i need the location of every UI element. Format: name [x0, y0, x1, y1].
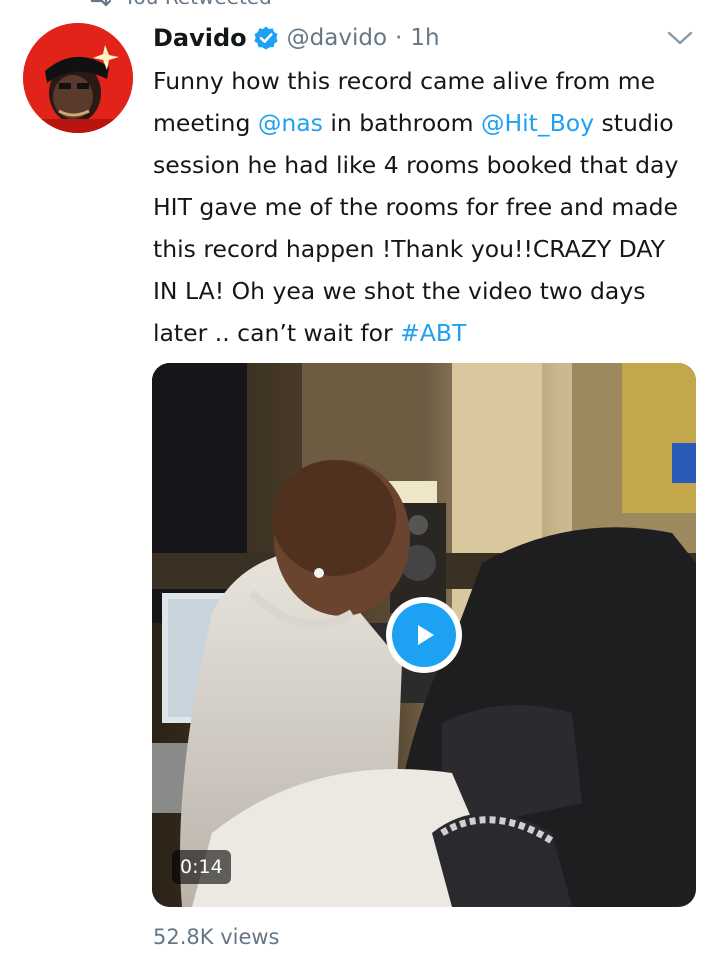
avatar[interactable] — [23, 23, 133, 133]
avatar-image — [23, 23, 133, 133]
tweet-text-line: IN LA! Oh yea we shot the video two days — [153, 270, 701, 312]
tweet-text-line: Funny how this record came alive from me — [153, 60, 701, 102]
mention-link[interactable]: @Hit_Boy — [481, 109, 594, 137]
retweet-context: You Retweeted — [84, 0, 272, 9]
separator-dot: · — [395, 25, 403, 51]
tweet-text-segment: later .. can’t wait for — [153, 319, 401, 347]
user-handle[interactable]: @davido — [287, 25, 387, 51]
tweet-text-segment: IN LA! Oh yea we shot the video two days — [153, 277, 646, 305]
tweet-text-line: HIT gave me of the rooms for free and ma… — [153, 186, 701, 228]
tweet-text-segment: in bathroom — [322, 109, 481, 137]
video-duration: 0:14 — [172, 850, 231, 884]
tweet-text-segment: studio — [594, 109, 674, 137]
tweet-text-segment: session he had like 4 rooms booked that … — [153, 151, 679, 179]
retweet-icon — [90, 0, 112, 7]
chevron-down-icon[interactable] — [664, 26, 696, 50]
video-player[interactable]: 0:14 — [152, 363, 696, 907]
mention-link[interactable]: @nas — [258, 109, 323, 137]
tweet-timestamp[interactable]: 1h — [410, 25, 439, 51]
tweet-text: Funny how this record came alive from me… — [153, 60, 701, 354]
tweet-text-line: later .. can’t wait for #ABT — [153, 312, 701, 354]
view-count: 52.8K views — [153, 925, 280, 949]
retweet-context-label: You Retweeted — [124, 0, 272, 9]
tweet-text-segment: HIT gave me of the rooms for free and ma… — [153, 193, 678, 221]
tweet-text-line: meeting @nas in bathroom @Hit_Boy studio — [153, 102, 701, 144]
tweet-text-segment: meeting — [153, 109, 258, 137]
play-button[interactable] — [386, 597, 462, 673]
display-name[interactable]: Davido — [153, 24, 247, 52]
tweet-text-segment: this record happen !Thank you!!CRAZY DAY — [153, 235, 665, 263]
tweet-text-line: session he had like 4 rooms booked that … — [153, 144, 701, 186]
hashtag-link[interactable]: #ABT — [400, 319, 466, 347]
tweet-text-line: this record happen !Thank you!!CRAZY DAY — [153, 228, 701, 270]
tweet-text-segment: Funny how this record came alive from me — [153, 67, 656, 95]
verified-badge-icon — [254, 26, 278, 50]
play-icon — [392, 603, 456, 667]
tweet-header: Davido @davido · 1h — [153, 18, 440, 58]
